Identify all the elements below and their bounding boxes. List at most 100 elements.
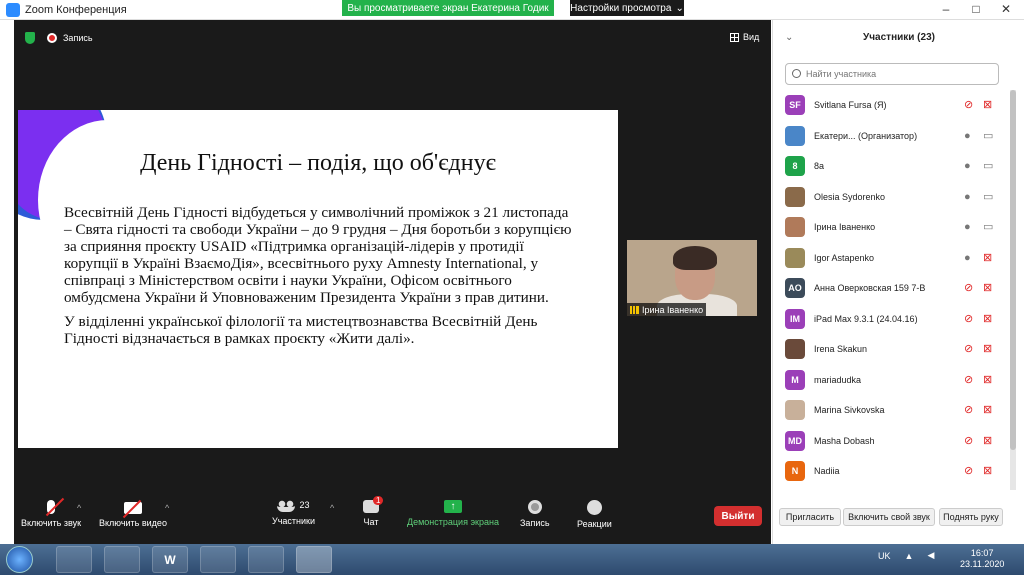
minimize-button[interactable]: – (932, 0, 960, 18)
audio-options-caret[interactable]: ^ (77, 503, 81, 513)
participant-row[interactable]: Olesia Sydorenko ● ▭ (773, 182, 1007, 212)
participant-name: Igor Astapenko (814, 252, 875, 263)
participant-row[interactable]: Ірина Іваненко ● ▭ (773, 212, 1007, 242)
participant-name: Olesia Sydorenko (814, 191, 886, 202)
chat-button[interactable]: 1 Чат (363, 496, 384, 527)
camera-off-icon: ⊠ (983, 99, 993, 111)
participants-button[interactable]: 23 Участники (272, 500, 315, 526)
participant-list-scrollbar[interactable] (1010, 90, 1016, 490)
chevron-down-icon: ⌄ (675, 2, 684, 14)
share-banner: Вы просматриваете экран Екатерина Годик (342, 0, 554, 16)
grid-icon (730, 32, 739, 42)
slide-title: День Гідності – подія, що об'єднує (140, 150, 496, 176)
meeting-top-bar: Запись Вид (14, 20, 771, 54)
participant-row[interactable]: MD Masha Dobash ⊘ ⊠ (773, 426, 1007, 456)
start-button-icon[interactable] (6, 546, 33, 573)
participant-row[interactable]: Igor Astapenko ● ⊠ (773, 243, 1007, 273)
microphone-muted-icon: ⊘ (964, 282, 974, 294)
microphone-muted-icon (45, 497, 65, 517)
participant-name: Ірина Іваненко (814, 222, 876, 232)
camera-off-icon: ⊠ (983, 343, 993, 355)
video-tile[interactable]: Ірина Іваненко (627, 240, 757, 316)
camera-off-icon: ⊠ (983, 251, 993, 264)
participant-name: Анна Оверковская 159 7-В (814, 283, 926, 293)
tray-flag-icon[interactable]: ▲ (905, 551, 914, 561)
participants-options-caret[interactable]: ^ (330, 503, 334, 513)
maximize-button[interactable]: □ (962, 0, 990, 18)
camera-off-icon: ⊠ (983, 434, 993, 447)
microphone-muted-icon: ⊘ (964, 434, 974, 447)
security-shield-icon[interactable] (25, 32, 35, 44)
participants-icon (277, 500, 296, 512)
taskbar-zoom-icon[interactable] (296, 546, 332, 573)
participant-row[interactable]: AO Анна Оверковская 159 7-В ⊘ ⊠ (773, 273, 1007, 303)
search-participant-input[interactable] (785, 63, 999, 85)
participant-name: Nadiia (814, 466, 840, 476)
slide-paragraph: У відділенні української філології та ми… (64, 313, 538, 347)
taskbar-media-icon[interactable] (248, 546, 284, 573)
participant-avatar (785, 400, 805, 420)
taskbar-ie-icon[interactable] (56, 546, 92, 573)
participant-list: SF Svitlana Fursa (Я) ⊘ ⊠ Екатери... (Органи… (773, 90, 1007, 510)
scrollbar-thumb[interactable] (1010, 90, 1016, 450)
taskbar-word-icon[interactable]: W (152, 546, 188, 573)
recording-label: Запись (63, 33, 93, 43)
participant-avatar: SF (785, 95, 805, 115)
participant-row[interactable]: 8 8а ● ▭ (773, 151, 1007, 181)
chat-icon: 1 (363, 496, 384, 513)
participant-name: Masha Dobash (814, 435, 875, 446)
share-screen-button[interactable]: ↑ Демонстрация экрана (407, 500, 499, 527)
participant-name: Irena Skakun (814, 344, 868, 354)
windows-taskbar: W UK ▲ ◀ 16:07 23.11.2020 (0, 544, 1024, 575)
participant-name: Marina Sivkovska (814, 405, 885, 415)
invite-button[interactable]: Пригласить (779, 508, 841, 526)
taskbar-clock[interactable]: 16:07 23.11.2020 (960, 548, 1004, 570)
microphone-muted-icon: ⊘ (964, 343, 974, 355)
share-screen-icon: ↑ (443, 500, 462, 513)
camera-off-icon: ⊠ (983, 282, 993, 294)
meeting-toolbar: Включить звук ^ Включить видео ^ 23 Участ… (14, 490, 771, 544)
reactions-button[interactable]: Реакции (577, 500, 612, 529)
participant-row[interactable]: Marina Sivkovska ⊘ ⊠ (773, 395, 1007, 425)
record-button[interactable]: Запись (520, 500, 550, 528)
microphone-muted-icon: ⊘ (964, 99, 974, 111)
recording-icon (47, 33, 57, 43)
participant-row[interactable]: N Nadiia ⊘ ⊠ (773, 456, 1007, 486)
camera-off-icon: ⊠ (983, 373, 993, 386)
participant-avatar (785, 186, 805, 207)
language-indicator[interactable]: UK (878, 551, 891, 561)
microphone-muted-icon: ⊘ (964, 404, 974, 416)
taskbar-chrome-icon[interactable] (200, 546, 236, 573)
view-button[interactable]: Вид (730, 32, 759, 42)
participant-row[interactable]: Mmariadudka ⊘ ⊠ (773, 365, 1007, 395)
participant-row[interactable]: Irena Skakun ⊘ ⊠ (773, 334, 1007, 364)
tray-volume-icon[interactable]: ◀ (927, 550, 934, 561)
system-tray: UK ▲ ◀ (878, 550, 934, 561)
search-icon (792, 69, 801, 78)
participant-avatar: 8 (785, 156, 805, 176)
microphone-icon: ● (964, 221, 971, 233)
participants-count: 23 (299, 500, 310, 510)
reactions-icon (586, 500, 602, 515)
participant-avatar (785, 217, 805, 237)
microphone-icon: ● (964, 251, 971, 264)
unmute-self-button[interactable]: Включить свой звук (843, 508, 935, 526)
camera-icon: ▭ (983, 221, 994, 233)
video-person (673, 246, 717, 270)
camera-off-icon (122, 499, 142, 519)
participant-row[interactable]: SF Svitlana Fursa (Я) ⊘ ⊠ (773, 90, 1007, 120)
taskbar-explorer-icon[interactable] (104, 546, 140, 573)
camera-icon: ▭ (983, 129, 994, 142)
view-options-button[interactable]: Настройки просмотра ⌄ (570, 0, 684, 16)
start-video-button[interactable]: Включить видео (99, 499, 167, 528)
raise-hand-button[interactable]: Поднять руку (939, 508, 1003, 526)
unmute-button[interactable]: Включить звук (21, 497, 81, 528)
close-button[interactable]: ✕ (992, 0, 1020, 18)
leave-button[interactable]: Выйти (714, 506, 762, 526)
camera-icon: ▭ (983, 190, 994, 203)
participant-row[interactable]: IM iPad Max 9.3.1 (24.04.16) ⊘ ⊠ (773, 304, 1007, 334)
zoom-logo-icon (6, 3, 20, 17)
video-options-caret[interactable]: ^ (165, 503, 169, 513)
participant-row[interactable]: Екатери... (Организатор) ● ▭ (773, 121, 1007, 151)
window-titlebar: Zoom Конференция Вы просматриваете экран… (0, 0, 1024, 20)
